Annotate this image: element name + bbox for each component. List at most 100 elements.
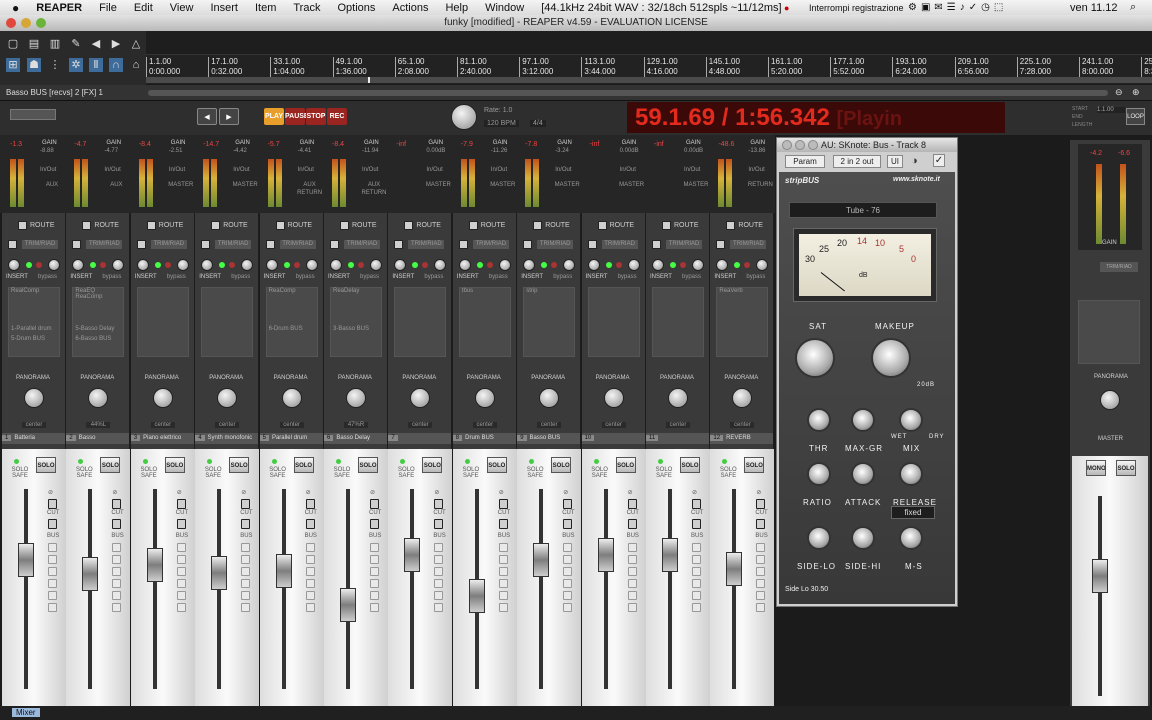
send-item[interactable]: 3-Basso BUS xyxy=(333,326,369,332)
output-knob[interactable] xyxy=(305,259,318,271)
bus-assign-button[interactable] xyxy=(756,579,766,588)
trim-checkbox[interactable] xyxy=(394,240,404,249)
send-item[interactable]: 5-Drum BUS xyxy=(11,336,45,342)
apple-menu-icon[interactable]: ● xyxy=(12,1,19,15)
trim-button[interactable]: TRIM/RIAD xyxy=(730,240,767,249)
solo-safe-led-icon[interactable] xyxy=(464,459,470,464)
pan-value[interactable]: center xyxy=(537,422,562,428)
trim-button[interactable]: TRIM/RIAD xyxy=(408,240,445,249)
metronome-icon[interactable]: △ xyxy=(129,37,143,51)
phase-switch[interactable] xyxy=(48,519,57,529)
solo-safe-led-icon[interactable] xyxy=(400,459,406,464)
solo-button[interactable]: SOLO xyxy=(293,457,314,473)
route-button[interactable]: ROUTE xyxy=(738,222,763,229)
bus-assign-button[interactable] xyxy=(176,603,186,612)
cut-switch[interactable] xyxy=(756,499,766,509)
trim-checkbox[interactable] xyxy=(330,240,339,249)
pan-knob[interactable] xyxy=(281,388,302,408)
pan-knob[interactable] xyxy=(539,388,560,408)
master-fader-handle[interactable] xyxy=(1092,559,1108,593)
envelope-icon[interactable]: ✲ xyxy=(69,58,83,72)
solo-button[interactable]: SOLO xyxy=(229,457,250,473)
trim-checkbox[interactable] xyxy=(716,240,726,249)
bus-assign-button[interactable] xyxy=(627,591,637,600)
pan-value[interactable]: center xyxy=(22,422,46,428)
insert-led-icon[interactable] xyxy=(348,262,354,268)
route-button[interactable]: ROUTE xyxy=(94,222,119,229)
track-name-bar[interactable]: 7 xyxy=(388,433,452,444)
bypass-led-icon[interactable] xyxy=(164,262,171,268)
pan-value[interactable]: center xyxy=(601,422,626,428)
bus-assign-button[interactable] xyxy=(176,567,186,576)
bus-assign-button[interactable] xyxy=(370,567,379,576)
track-name-bar[interactable]: 8 Drum BUS xyxy=(452,433,516,444)
menu-file[interactable]: File xyxy=(99,2,117,14)
bus-assign-button[interactable] xyxy=(627,567,637,576)
bus-assign-button[interactable] xyxy=(563,543,573,552)
peak-readout[interactable]: -7.8 xyxy=(525,141,537,148)
bus-assign-button[interactable] xyxy=(627,555,637,564)
menu-edit[interactable]: Edit xyxy=(134,2,153,14)
mute-icon[interactable]: ⊘ xyxy=(241,489,246,496)
solo-safe-led-icon[interactable] xyxy=(14,459,19,464)
ripple-icon[interactable]: ☗ xyxy=(27,58,41,72)
bus-assign-button[interactable] xyxy=(370,555,379,564)
mute-icon[interactable]: ⊘ xyxy=(306,489,311,496)
bus-assign-button[interactable] xyxy=(112,543,122,552)
bypass-led-icon[interactable] xyxy=(744,262,751,268)
mute-icon[interactable]: ⊘ xyxy=(370,489,375,496)
send-item[interactable]: 6-Drum BUS xyxy=(269,326,303,332)
stop-button[interactable]: STOP xyxy=(306,108,326,125)
bus-assign-button[interactable] xyxy=(563,555,573,564)
lock-icon[interactable]: ⌂ xyxy=(129,58,143,72)
bypass-led-icon[interactable] xyxy=(229,262,236,268)
phase-switch[interactable] xyxy=(692,519,701,529)
output-knob[interactable] xyxy=(563,259,576,271)
fx-chain-area[interactable] xyxy=(652,287,704,357)
trim-button[interactable]: TRIM/RIAD xyxy=(215,240,252,249)
peak-readout[interactable]: -inf xyxy=(590,141,600,148)
bus-assign-button[interactable] xyxy=(563,591,573,600)
insert-led-icon[interactable] xyxy=(283,262,290,268)
bus-assign-button[interactable] xyxy=(498,543,508,552)
fx-chain-area[interactable]: ReaComp 6-Drum BUS xyxy=(265,287,318,357)
track-name-bar[interactable]: 1 Batteria xyxy=(2,433,65,444)
fx-chain-area[interactable] xyxy=(394,287,447,357)
solo-safe-led-icon[interactable] xyxy=(207,459,213,464)
cut-switch[interactable] xyxy=(176,499,186,509)
phase-switch[interactable] xyxy=(563,519,573,529)
peak-readout[interactable]: -7.9 xyxy=(461,141,473,148)
menu-view[interactable]: View xyxy=(170,2,194,14)
bus-assign-button[interactable] xyxy=(305,603,315,612)
insert-led-icon[interactable] xyxy=(90,262,97,268)
phase-switch[interactable] xyxy=(370,519,379,529)
insert-led-icon[interactable] xyxy=(605,262,612,268)
zoom-in-icon[interactable]: ⊕ xyxy=(1132,87,1140,98)
audio-info[interactable]: [44.1kHz 24bit WAV : 32/18ch 512spls ~11… xyxy=(541,2,781,14)
param-button[interactable]: Param xyxy=(785,155,825,168)
fader-handle[interactable] xyxy=(404,537,421,572)
trim-button[interactable]: TRIM/RIAD xyxy=(537,240,574,249)
pan-knob[interactable] xyxy=(152,388,173,408)
close-window-icon[interactable] xyxy=(6,18,16,28)
bus-assign-button[interactable] xyxy=(176,591,186,600)
release-knob[interactable] xyxy=(899,462,923,486)
io-button[interactable]: 2 in 2 out xyxy=(833,155,881,168)
fader-handle[interactable] xyxy=(662,537,678,572)
solo-safe-led-icon[interactable] xyxy=(722,459,728,464)
trim-button[interactable]: TRIM/RIAD xyxy=(344,240,380,249)
fx-chain-area[interactable]: tbus xyxy=(458,287,511,357)
pan-knob[interactable] xyxy=(668,388,688,408)
pan-knob[interactable] xyxy=(346,388,366,408)
track-name-bar[interactable]: 6 Basso Delay xyxy=(324,433,387,444)
trim-checkbox[interactable] xyxy=(8,240,17,249)
cut-switch[interactable] xyxy=(498,499,508,509)
route-button[interactable]: ROUTE xyxy=(159,222,184,229)
bus-assign-button[interactable] xyxy=(48,567,57,576)
open-project-icon[interactable]: ▤ xyxy=(27,37,41,51)
send-item[interactable]: 5-Basso Delay xyxy=(75,326,114,332)
fader-handle[interactable] xyxy=(82,557,99,592)
trim-checkbox[interactable] xyxy=(587,240,597,249)
bus-assign-button[interactable] xyxy=(112,555,122,564)
mute-icon[interactable]: ⊘ xyxy=(756,489,761,496)
